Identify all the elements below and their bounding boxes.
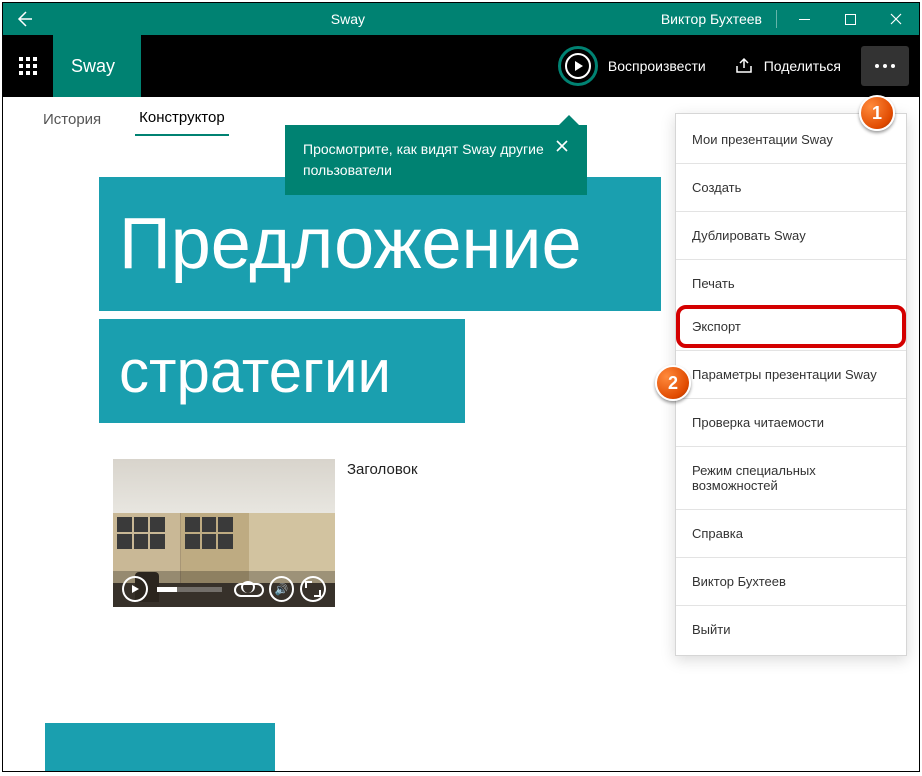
more-menu: Мои презентации Sway Создать Дублировать… [675,113,907,656]
content-block-3[interactable] [45,723,275,771]
video-play-button[interactable] [122,576,148,602]
menu-separator [676,446,906,447]
title-bar: Sway Виктор Бухтеев [3,3,919,35]
maximize-icon [845,14,856,25]
fullscreen-button[interactable] [300,576,326,602]
annotation-badge-1: 1 [859,95,895,131]
back-button[interactable] [3,10,45,28]
onedrive-icon[interactable] [234,581,260,597]
minimize-icon [799,19,810,20]
user-name[interactable]: Виктор Бухтеев [651,11,772,27]
app-launcher-button[interactable] [3,35,53,97]
play-button[interactable]: Воспроизвести [544,36,720,96]
menu-separator [676,398,906,399]
action-bar: Воспроизвести Поделиться [544,35,915,97]
tooltip-text: Просмотрите, как видят Sway другие польз… [303,139,545,181]
menu-duplicate[interactable]: Дублировать Sway [676,214,906,257]
menu-help[interactable]: Справка [676,512,906,555]
waffle-icon [19,57,37,75]
menu-readability[interactable]: Проверка читаемости [676,401,906,444]
play-icon [558,46,598,86]
play-icon [132,585,139,593]
video-progress[interactable] [157,587,222,592]
app-bar: Sway Воспроизвести Поделиться [3,35,919,97]
maximize-button[interactable] [827,3,873,35]
tab-designer[interactable]: Конструктор [135,101,229,136]
play-label: Воспроизвести [608,58,706,74]
menu-account[interactable]: Виктор Бухтеев [676,560,906,603]
title-block-1[interactable]: Предложение [99,177,661,311]
video-controls: 🔊 [113,571,335,607]
annotation-badge-2: 2 [655,365,691,401]
minimize-button[interactable] [781,3,827,35]
menu-separator [676,605,906,606]
menu-separator [676,350,906,351]
menu-exit[interactable]: Выйти [676,608,906,651]
divider [776,10,777,28]
volume-button[interactable]: 🔊 [269,576,295,602]
tooltip-close-button[interactable] [555,139,569,156]
video-thumbnail[interactable]: 🔊 [113,459,335,607]
title-block-2[interactable]: стратегии [99,319,465,423]
menu-separator [676,259,906,260]
menu-separator [676,509,906,510]
window-title: Sway [45,11,651,27]
close-button[interactable] [873,3,919,35]
menu-export[interactable]: Экспорт [676,305,906,348]
menu-print[interactable]: Печать [676,262,906,305]
coach-tooltip: Просмотрите, как видят Sway другие польз… [285,125,587,195]
tab-history[interactable]: История [39,103,105,136]
close-icon [890,13,902,25]
video-caption[interactable]: Заголовок [347,461,418,478]
menu-separator [676,163,906,164]
menu-separator [676,211,906,212]
more-button[interactable] [861,46,909,86]
brand-label[interactable]: Sway [53,35,141,97]
close-icon [555,139,569,153]
menu-create[interactable]: Создать [676,166,906,209]
arrow-left-icon [15,10,33,28]
share-button[interactable]: Поделиться [720,46,855,86]
fullscreen-icon [307,583,319,595]
menu-separator [676,557,906,558]
share-label: Поделиться [764,58,841,74]
menu-accessibility[interactable]: Режим специальных возможностей [676,449,906,507]
menu-settings[interactable]: Параметры презентации Sway [676,353,906,396]
share-icon [734,56,754,76]
